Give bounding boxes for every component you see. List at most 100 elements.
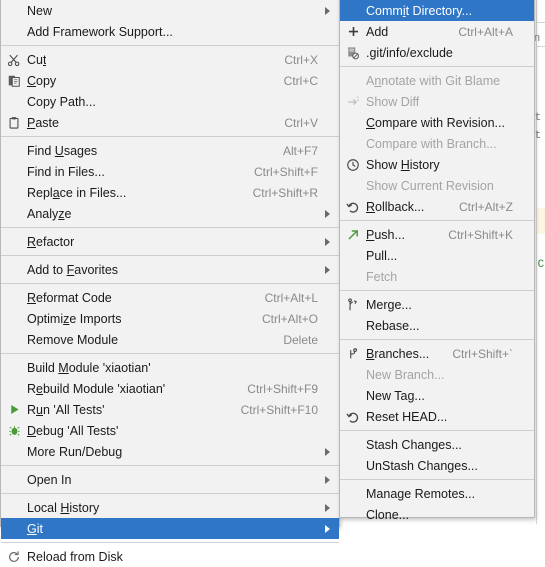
- menu-item-reformat-code[interactable]: Reformat Code Ctrl+Alt+L: [1, 287, 339, 308]
- menu-item-copy-path[interactable]: Copy Path...: [1, 91, 339, 112]
- menu-item-merge[interactable]: Merge...: [340, 294, 534, 315]
- menu-item-shortcut: Ctrl+Shift+`: [452, 346, 513, 361]
- menu-item-find-in-files[interactable]: Find in Files... Ctrl+Shift+F: [1, 161, 339, 182]
- menu-item-label: Optimize Imports: [27, 311, 122, 326]
- menu-item-arrow-slot: [322, 420, 335, 441]
- menu-item-gutter: [340, 0, 366, 21]
- menu-item-git-info-exclude[interactable]: .git/info/exclude: [340, 42, 534, 63]
- menu-item-shortcut: Ctrl+V: [284, 115, 318, 130]
- menu-item-rollback[interactable]: Rollback... Ctrl+Alt+Z: [340, 196, 534, 217]
- menu-item-arrow-slot: [517, 133, 530, 154]
- submenu-arrow-icon: [322, 0, 335, 21]
- menu-item-label: New: [27, 3, 53, 18]
- menu-item-label: Compare with Branch...: [366, 136, 497, 151]
- menu-item-shortcut: Ctrl+Shift+K: [448, 227, 513, 242]
- menu-item-paste[interactable]: Paste Ctrl+V: [1, 112, 339, 133]
- menu-item-annotate-with-git-blame: Annotate with Git Blame: [340, 70, 534, 91]
- menu-item-label: Branches...: [366, 346, 430, 361]
- menu-item-refactor[interactable]: Refactor: [1, 231, 339, 252]
- menu-item-commit-directory[interactable]: Commit Directory...: [340, 0, 534, 21]
- menu-item-gutter: [1, 91, 27, 112]
- menu-item-local-history[interactable]: Local History: [1, 497, 339, 518]
- menu-item-stash-changes[interactable]: Stash Changes...: [340, 434, 534, 455]
- menu-item-gutter: [340, 315, 366, 336]
- menu-item-label: New Branch...: [366, 367, 445, 382]
- copy-icon: [1, 70, 27, 91]
- menu-item-arrow-slot: [322, 91, 335, 112]
- menu-item-label: Open In: [27, 472, 72, 487]
- menu-item-pull[interactable]: Pull...: [340, 245, 534, 266]
- menu-item-arrow-slot: [322, 287, 335, 308]
- menu-item-label: Manage Remotes...: [366, 486, 476, 501]
- menu-item-gutter: [1, 21, 27, 42]
- menu-item-label: Debug 'All Tests': [27, 423, 119, 438]
- menu-item-gutter: [1, 378, 27, 399]
- menu-item-add-framework-support[interactable]: Add Framework Support...: [1, 21, 339, 42]
- menu-item-replace-in-files[interactable]: Replace in Files... Ctrl+Shift+R: [1, 182, 339, 203]
- menu-item-rebuild-module-xiaotian[interactable]: Rebuild Module 'xiaotian' Ctrl+Shift+F9: [1, 378, 339, 399]
- menu-item-rebase[interactable]: Rebase...: [340, 315, 534, 336]
- branch-icon: [340, 343, 366, 364]
- menu-item-arrow-slot: [322, 357, 335, 378]
- menu-item-new[interactable]: New: [1, 0, 339, 21]
- menu-item-copy[interactable]: Copy Ctrl+C: [1, 70, 339, 91]
- menu-item-label: Annotate with Git Blame: [366, 73, 501, 88]
- menu-item-optimize-imports[interactable]: Optimize Imports Ctrl+Alt+O: [1, 308, 339, 329]
- menu-item-arrow-slot: [322, 399, 335, 420]
- debug-icon: [1, 420, 27, 441]
- menu-item-add[interactable]: Add Ctrl+Alt+A: [340, 21, 534, 42]
- menu-item-arrow-slot: [517, 364, 530, 385]
- menu-item-arrow-slot: [322, 49, 335, 70]
- menu-item-shortcut: Ctrl+Alt+A: [458, 24, 513, 39]
- menu-item-analyze[interactable]: Analyze: [1, 203, 339, 224]
- menu-item-more-run-debug[interactable]: More Run/Debug: [1, 441, 339, 462]
- menu-item-gutter: [1, 469, 27, 490]
- menu-item-compare-with-revision[interactable]: Compare with Revision...: [340, 112, 534, 133]
- menu-item-clone[interactable]: Clone...: [340, 504, 534, 525]
- menu-item-label: Reload from Disk: [27, 549, 123, 564]
- menu-item-arrow-slot: [517, 504, 530, 525]
- menu-item-arrow-slot: [322, 112, 335, 133]
- menu-item-label: Merge...: [366, 297, 412, 312]
- menu-item-shortcut: Ctrl+C: [283, 73, 318, 88]
- menu-item-reset-head[interactable]: Reset HEAD...: [340, 406, 534, 427]
- plus-icon: [340, 21, 366, 42]
- menu-item-arrow-slot: [517, 455, 530, 476]
- menu-item-unstash-changes[interactable]: UnStash Changes...: [340, 455, 534, 476]
- menu-item-manage-remotes[interactable]: Manage Remotes...: [340, 483, 534, 504]
- menu-item-shortcut: Ctrl+Alt+Z: [458, 199, 513, 214]
- menu-item-open-in[interactable]: Open In: [1, 469, 339, 490]
- menu-item-git[interactable]: Git: [1, 518, 339, 539]
- menu-item-build-module-xiaotian[interactable]: Build Module 'xiaotian': [1, 357, 339, 378]
- menu-item-reload-from-disk[interactable]: Reload from Disk: [1, 546, 339, 567]
- menu-item-arrow-slot: [322, 21, 335, 42]
- menu-item-cut[interactable]: Cut Ctrl+X: [1, 49, 339, 70]
- menu-item-label: Add: [366, 24, 389, 39]
- git-submenu[interactable]: Commit Directory... Add Ctrl+Alt+A .git/inf…: [339, 0, 535, 522]
- editor-divider-second: [536, 46, 545, 47]
- menu-item-label: Add to Favorites: [27, 262, 119, 277]
- editor-divider-top: [536, 22, 545, 23]
- scissors-icon: [1, 49, 27, 70]
- clipboard-icon: [1, 112, 27, 133]
- submenu-arrow-icon: [322, 231, 335, 252]
- menu-item-new-tag[interactable]: New Tag...: [340, 385, 534, 406]
- menu-item-arrow-slot: [322, 329, 335, 350]
- menu-item-push[interactable]: Push... Ctrl+Shift+K: [340, 224, 534, 245]
- menu-item-arrow-slot: [517, 385, 530, 406]
- menu-item-show-history[interactable]: Show History: [340, 154, 534, 175]
- menu-item-remove-module[interactable]: Remove Module Delete: [1, 329, 339, 350]
- menu-item-label: Stash Changes...: [366, 437, 462, 452]
- menu-item-branches[interactable]: Branches... Ctrl+Shift+`: [340, 343, 534, 364]
- menu-item-find-usages[interactable]: Find Usages Alt+F7: [1, 140, 339, 161]
- menu-item-debug-all-tests[interactable]: Debug 'All Tests': [1, 420, 339, 441]
- project-context-menu[interactable]: New Add Framework Support... Cut Ctrl+X Copy…: [0, 0, 340, 564]
- menu-item-show-diff: Show Diff: [340, 91, 534, 112]
- menu-item-label: Build Module 'xiaotian': [27, 360, 151, 375]
- menu-item-label: Show Current Revision: [366, 178, 494, 193]
- menu-separator: [1, 493, 339, 494]
- menu-item-run-all-tests[interactable]: Run 'All Tests' Ctrl+Shift+F10: [1, 399, 339, 420]
- menu-item-add-to-favorites[interactable]: Add to Favorites: [1, 259, 339, 280]
- menu-item-gutter: [340, 112, 366, 133]
- menu-item-label: Show Diff: [366, 94, 420, 109]
